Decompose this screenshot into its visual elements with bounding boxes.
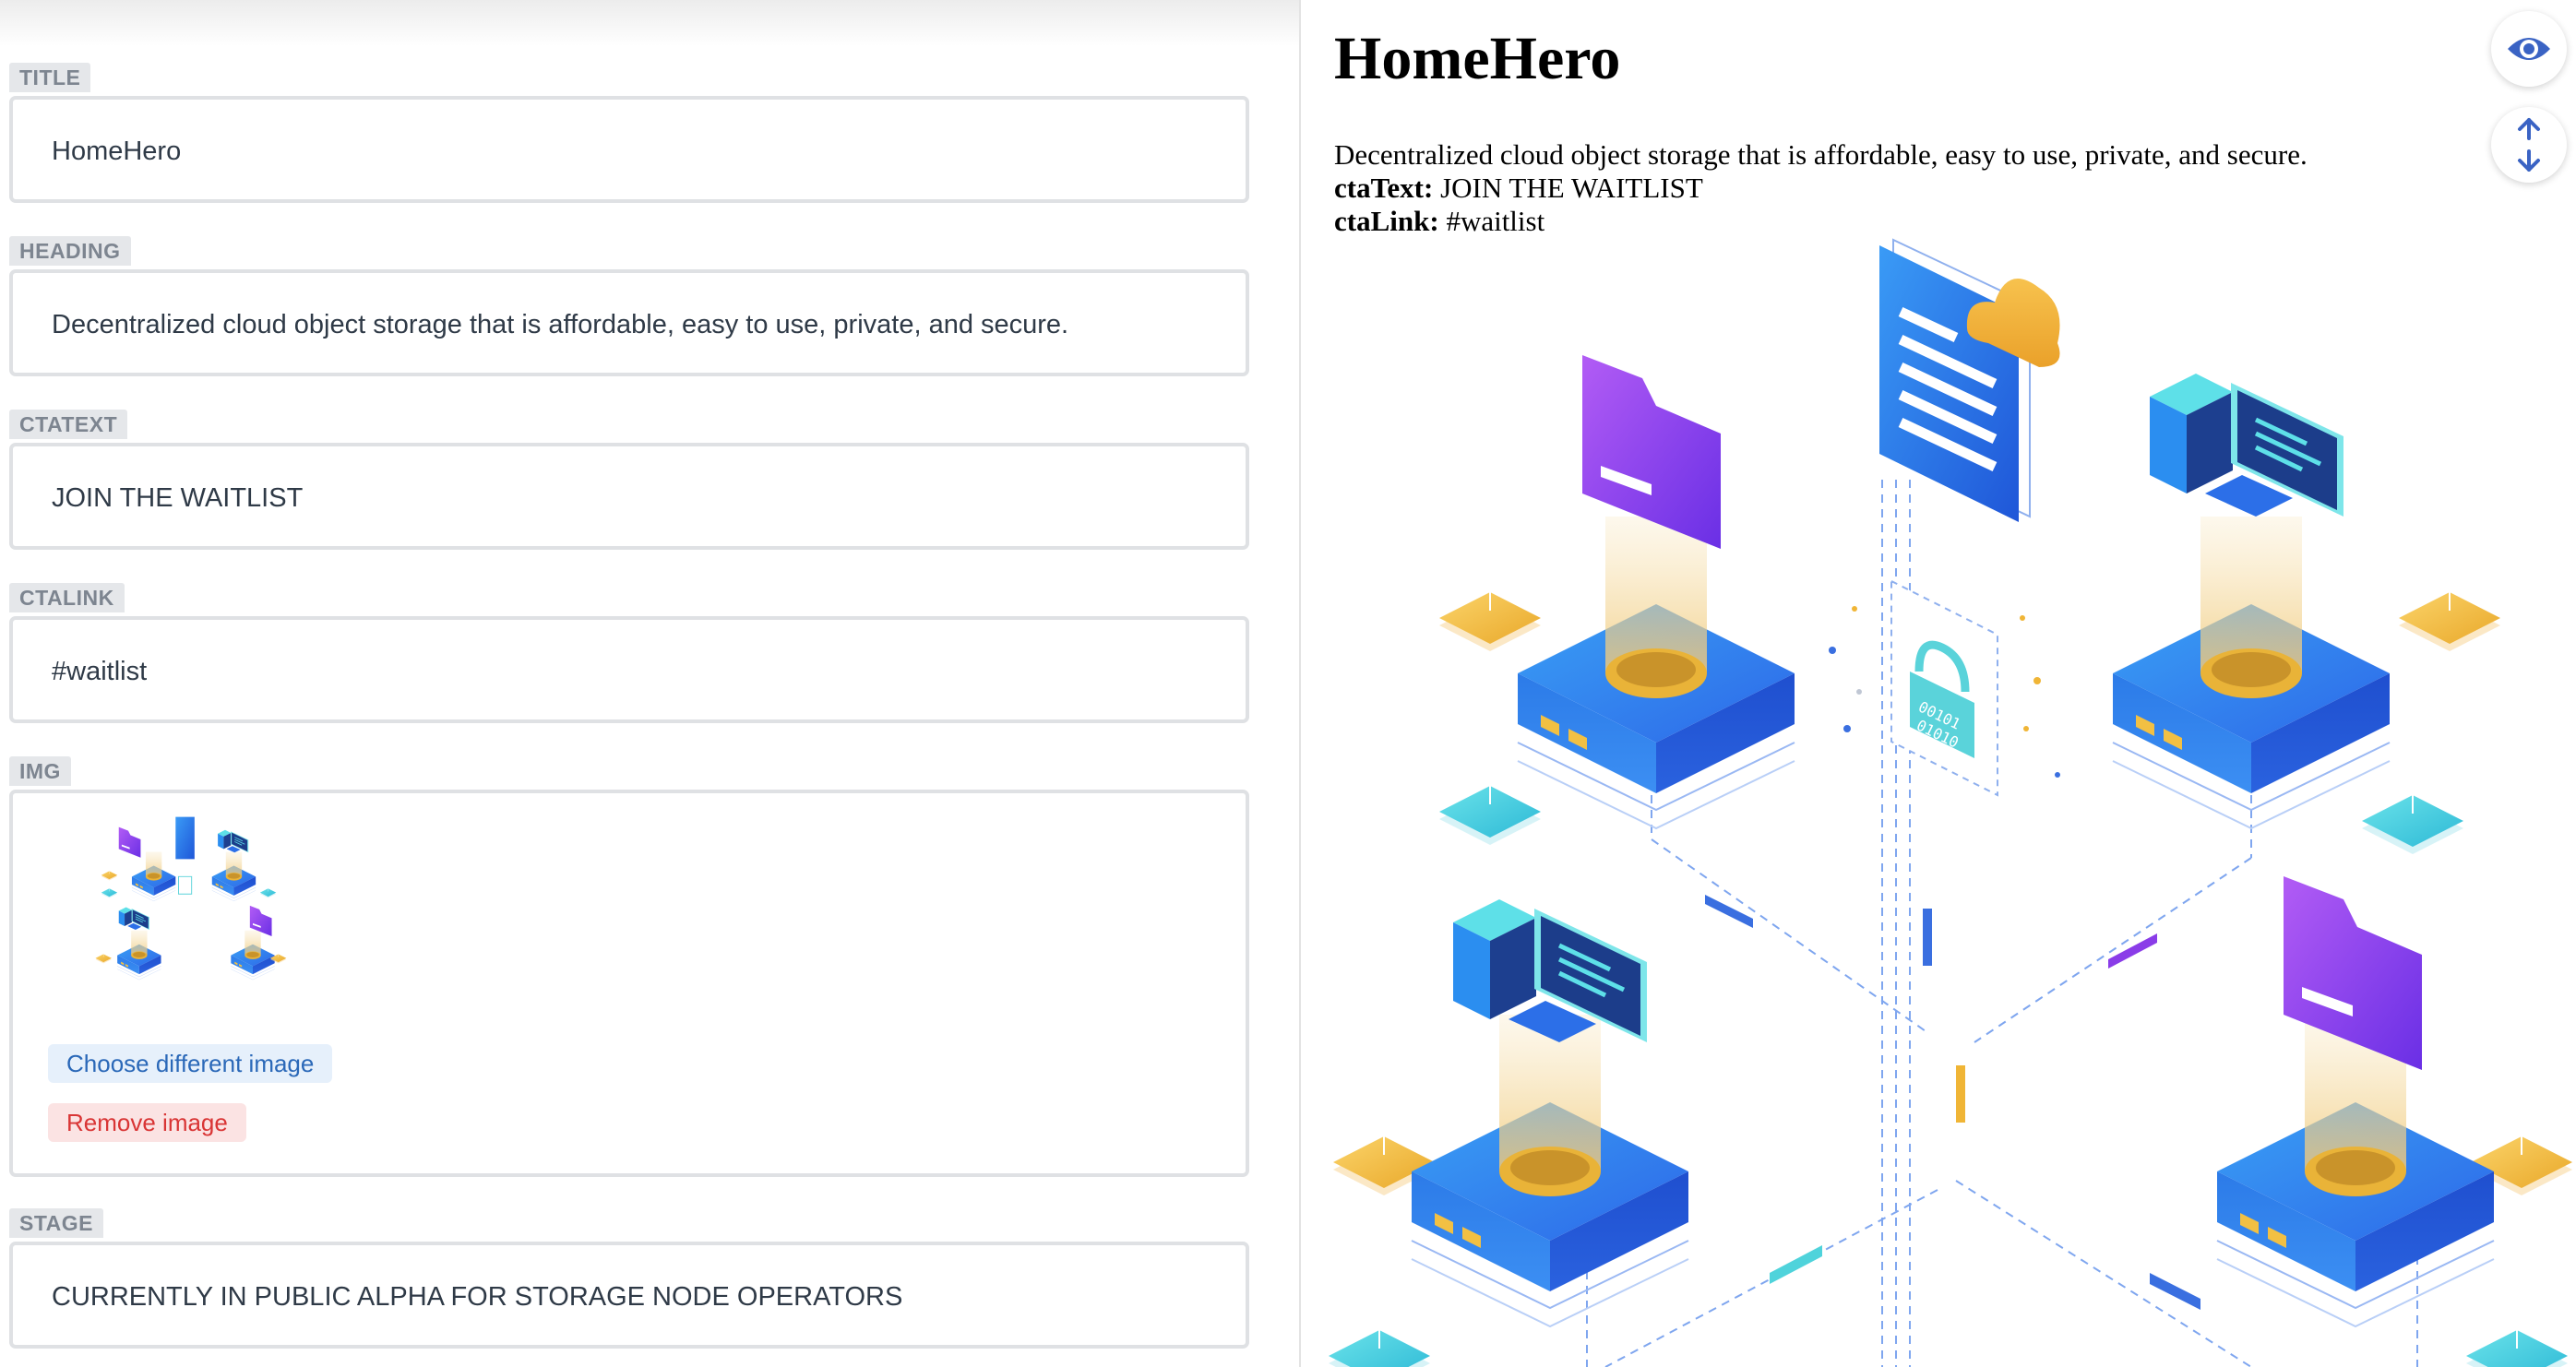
- panel-divider: [1299, 0, 1301, 1367]
- expand-button[interactable]: [2491, 107, 2567, 183]
- preview-title: HomeHero: [1334, 25, 1621, 92]
- image-thumbnail: [95, 816, 287, 981]
- preview-toggle-button[interactable]: [2491, 11, 2567, 87]
- eye-icon: [2508, 38, 2550, 60]
- ctatext-input[interactable]: JOIN THE WAITLIST: [9, 443, 1249, 550]
- remove-image-button[interactable]: Remove image: [48, 1103, 246, 1142]
- preview-cta-text: ctaText: JOIN THE WAITLIST: [1334, 172, 2308, 205]
- preview-heading: Decentralized cloud object storage that …: [1334, 138, 2308, 171]
- hero-illustration: 00101 01010: [1329, 238, 2573, 1367]
- preview-text: Decentralized cloud object storage that …: [1334, 138, 2308, 238]
- ctalink-value: #waitlist: [52, 657, 148, 686]
- ctalink-input[interactable]: #waitlist: [9, 616, 1249, 723]
- title-value: HomeHero: [52, 137, 182, 166]
- field-label-title: TITLE: [9, 63, 91, 92]
- field-label-ctatext: CTATEXT: [9, 410, 128, 439]
- field-label-heading: HEADING: [9, 236, 131, 266]
- stage-value: CURRENTLY IN PUBLIC ALPHA FOR STORAGE NO…: [52, 1282, 903, 1312]
- field-label-img: IMG: [9, 756, 71, 786]
- heading-value: Decentralized cloud object storage that …: [52, 310, 1069, 339]
- document-cloud-icon: [1879, 238, 2060, 522]
- cta-text-key: ctaText:: [1334, 172, 1434, 204]
- stage-input[interactable]: CURRENTLY IN PUBLIC ALPHA FOR STORAGE NO…: [9, 1242, 1249, 1349]
- title-input[interactable]: HomeHero: [9, 96, 1249, 203]
- field-label-ctalink: CTALINK: [9, 583, 125, 612]
- editor-panel: TITLE HomeHero HEADING Decentralized clo…: [0, 0, 1299, 1367]
- heading-input[interactable]: Decentralized cloud object storage that …: [9, 269, 1249, 376]
- lock-icon: 00101 01010: [1890, 579, 1998, 797]
- cta-text-value: JOIN THE WAITLIST: [1440, 172, 1703, 204]
- top-shade: [0, 0, 1299, 46]
- field-label-stage: STAGE: [9, 1208, 104, 1238]
- vertical-arrows-icon: [2518, 118, 2540, 172]
- ctatext-value: JOIN THE WAITLIST: [52, 483, 304, 513]
- choose-image-button[interactable]: Choose different image: [48, 1044, 333, 1083]
